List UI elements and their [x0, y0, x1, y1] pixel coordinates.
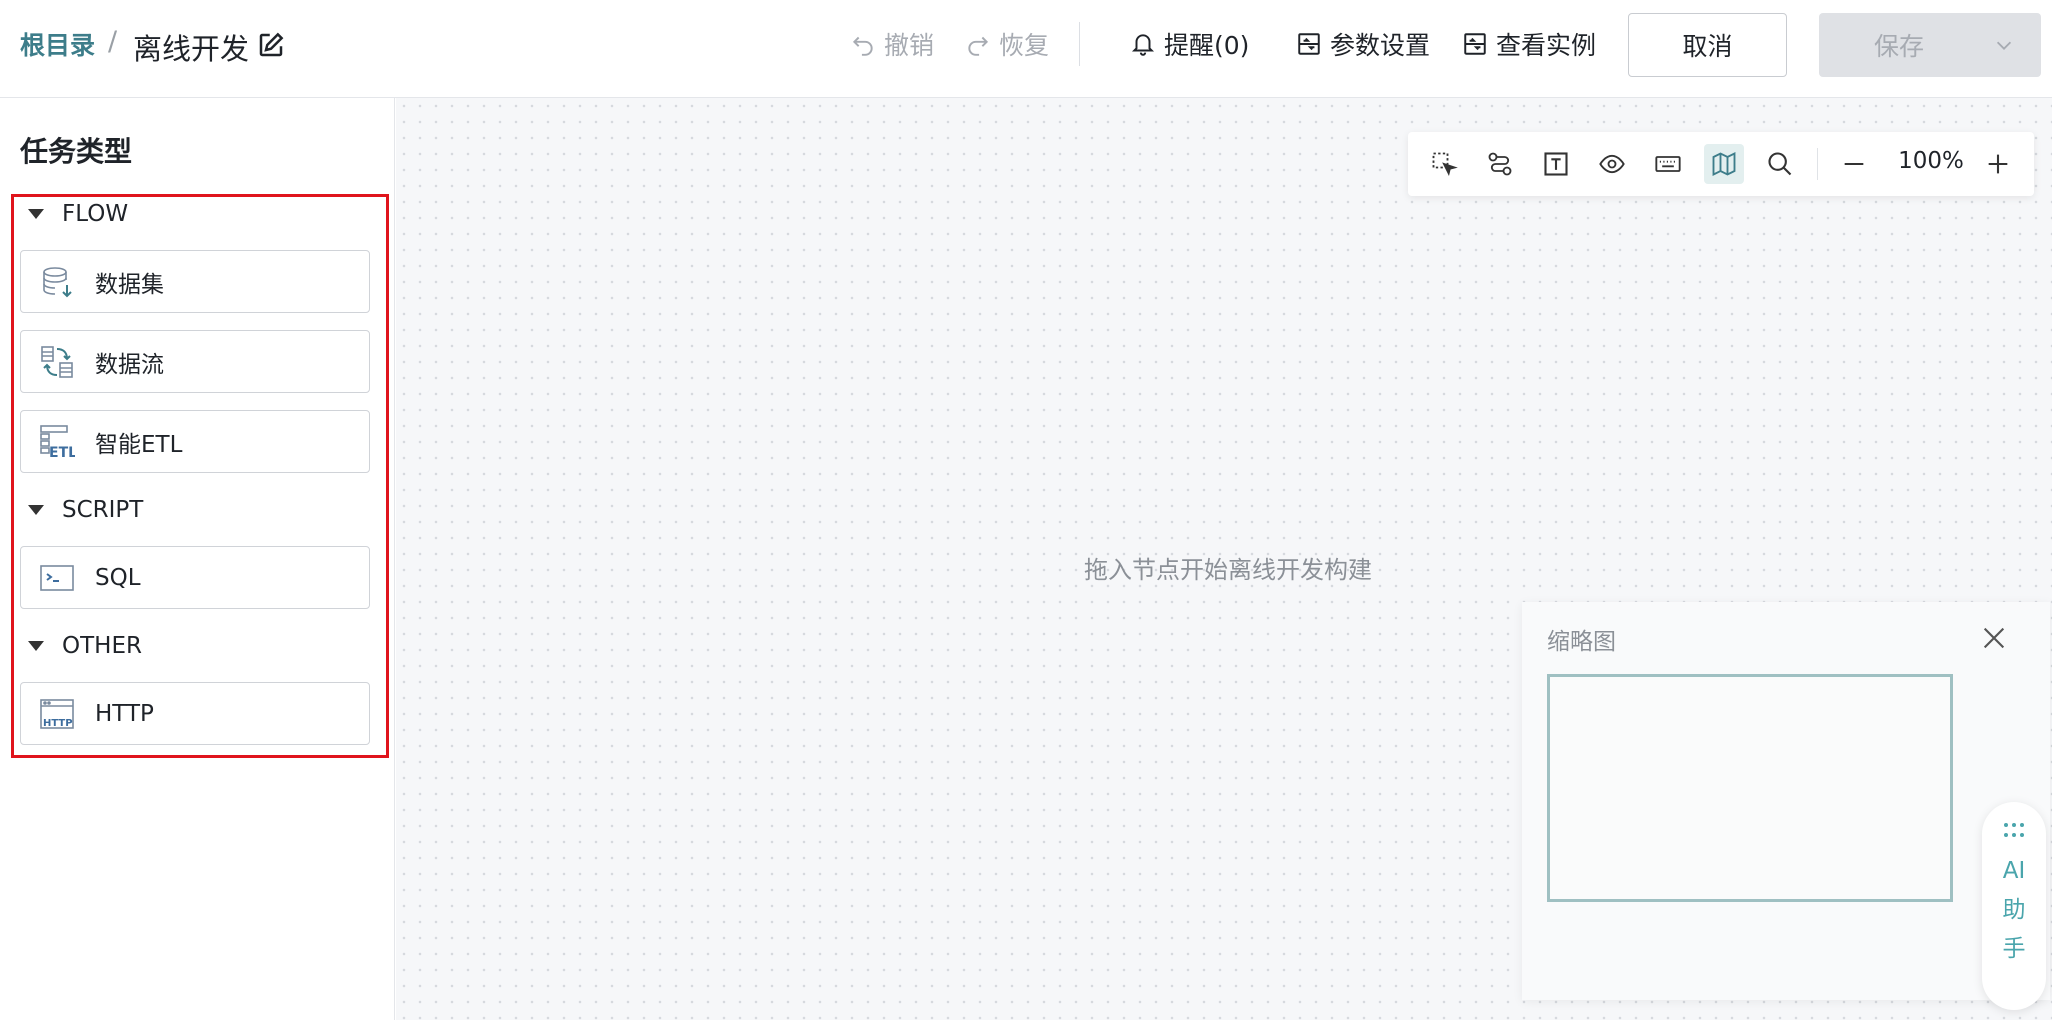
minimap-panel: 缩略图 [1522, 602, 2050, 1000]
task-item-http[interactable]: HTTP HTTP [20, 682, 370, 745]
edit-icon[interactable] [256, 30, 286, 60]
caret-down-icon [28, 505, 44, 515]
redo-icon [968, 36, 989, 56]
instances-label: 查看实例 [1496, 31, 1597, 60]
save-label: 保存 [1873, 32, 1924, 61]
task-item-label: HTTP [95, 700, 154, 727]
group-header-script[interactable]: SCRIPT [28, 492, 143, 528]
grid-dots-icon [2004, 823, 2024, 837]
text-tool-button[interactable] [1536, 144, 1576, 184]
group-header-other[interactable]: OTHER [28, 628, 142, 664]
ai-helper-label-shou: 手 [2002, 936, 2026, 962]
task-item-sql[interactable]: SQL [20, 546, 370, 609]
undo-label: 撤销 [884, 31, 935, 60]
ai-helper-label-zhu: 助 [2002, 897, 2026, 923]
select-icon [1432, 152, 1458, 177]
caret-down-icon [28, 209, 44, 219]
cancel-button[interactable]: 取消 [1628, 13, 1787, 77]
save-button[interactable]: 保存 [1819, 13, 2041, 77]
group-label: SCRIPT [62, 497, 144, 523]
http-icon: HTTP [40, 698, 74, 729]
params-settings-button[interactable]: 参数设置 [1296, 24, 1430, 64]
minimap-title: 缩略图 [1547, 629, 1616, 655]
undo-button[interactable]: 撤销 [850, 24, 934, 64]
canvas-toolbar: 100% [1408, 132, 2034, 196]
text-icon [1544, 152, 1568, 176]
undo-icon [852, 36, 873, 56]
dataset-icon [43, 266, 72, 297]
zoom-out-button[interactable] [1834, 144, 1874, 184]
reminder-button[interactable]: 提醒(0) [1130, 24, 1249, 64]
task-item-label: 数据集 [95, 271, 164, 298]
task-item-label: SQL [95, 564, 141, 591]
keyboard-icon [1655, 156, 1681, 172]
svg-text:HTTP: HTTP [43, 718, 73, 729]
view-instances-button[interactable]: 查看实例 [1462, 24, 1596, 64]
caret-down-icon [28, 641, 44, 651]
header-divider [1079, 22, 1080, 66]
toolbar-divider [1817, 148, 1818, 180]
minimap-tool-button[interactable] [1704, 144, 1744, 184]
sql-icon [40, 564, 74, 591]
connect-tool-button[interactable] [1480, 144, 1520, 184]
task-item-dataflow[interactable]: 数据流 [20, 330, 370, 393]
breadcrumb-separator: / [108, 26, 118, 57]
zoom-level: 100% [1898, 148, 1964, 174]
preview-icon [1599, 154, 1625, 174]
ai-helper-label-ai: AI [2002, 858, 2026, 884]
group-header-flow[interactable]: FLOW [28, 196, 128, 232]
zoom-in-button[interactable] [1978, 144, 2018, 184]
close-icon[interactable] [1978, 622, 2010, 654]
top-header: 根目录 / 离线开发 撤销 恢复 提醒(0) 参数设置 查看实例 取消 保存 [0, 0, 2052, 98]
search-icon [1768, 152, 1792, 176]
chevron-down-icon[interactable] [1993, 34, 2015, 56]
group-label: OTHER [62, 633, 142, 659]
group-label: FLOW [62, 201, 129, 227]
zoom-in-icon [1988, 154, 2008, 174]
task-item-dataset[interactable]: 数据集 [20, 250, 370, 313]
select-tool-button[interactable] [1424, 144, 1464, 184]
task-item-label: 智能ETL [95, 431, 183, 458]
minimap-viewport[interactable] [1547, 674, 1953, 902]
instances-icon [1464, 33, 1486, 55]
reminder-label: 提醒(0) [1164, 31, 1250, 60]
dataflow-icon [41, 345, 73, 378]
connect-icon [1488, 152, 1512, 176]
redo-label: 恢复 [999, 31, 1050, 60]
bell-icon [1131, 34, 1155, 56]
params-label: 参数设置 [1330, 31, 1431, 60]
minimap-icon [1712, 151, 1736, 177]
task-type-sidebar: 任务类型 FLOW 数据集 数据流 ETL 智能ETL SCRIPT SQL O… [0, 98, 395, 1020]
keyboard-tool-button[interactable] [1648, 144, 1688, 184]
ai-helper-button[interactable]: AI 助 手 [1982, 802, 2046, 1010]
canvas-placeholder: 拖入节点开始离线开发构建 [1084, 556, 1372, 584]
redo-button[interactable]: 恢复 [965, 24, 1049, 64]
page-title: 离线开发 [133, 32, 250, 66]
search-tool-button[interactable] [1760, 144, 1800, 184]
zoom-out-icon [1844, 162, 1864, 166]
task-item-smart-etl[interactable]: ETL 智能ETL [20, 410, 370, 473]
sidebar-title: 任务类型 [20, 135, 133, 168]
params-icon [1298, 33, 1320, 55]
breadcrumb-root-link[interactable]: 根目录 [20, 26, 95, 62]
preview-tool-button[interactable] [1592, 144, 1632, 184]
etl-icon: ETL [40, 424, 75, 460]
svg-text:ETL: ETL [49, 445, 75, 460]
task-item-label: 数据流 [95, 351, 164, 378]
